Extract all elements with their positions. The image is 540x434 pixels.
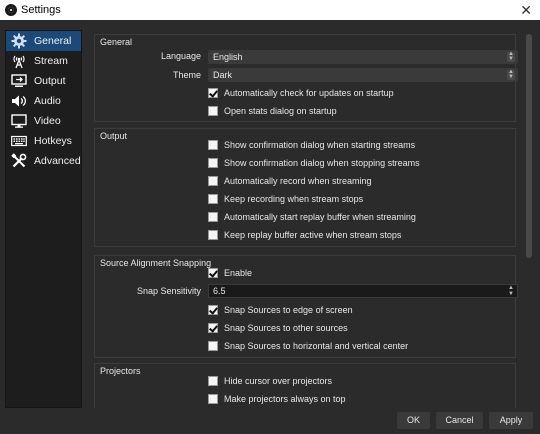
checkbox-box[interactable] [208, 305, 218, 315]
checkbox-label: Enable [224, 268, 253, 278]
projectors-on-top-checkbox[interactable]: Make projectors always on top [208, 393, 346, 405]
cancel-button[interactable]: Cancel [436, 412, 483, 429]
checkbox-box[interactable] [208, 158, 218, 168]
language-select[interactable]: English ▲ ▼ [208, 50, 518, 64]
snap-sources-checkbox[interactable]: Snap Sources to other sources [208, 322, 348, 334]
theme-label: Theme [172, 70, 201, 80]
checkbox-box[interactable] [208, 194, 218, 204]
checkbox-box[interactable] [208, 341, 218, 351]
title-bar: Settings ✕ [0, 0, 540, 20]
sidebar-item-audio[interactable]: Audio [6, 91, 81, 111]
checkbox-label: Snap Sources to other sources [224, 323, 348, 333]
monitor-icon [9, 112, 29, 130]
output-icon [9, 72, 29, 90]
sidebar-item-label: Video [34, 115, 61, 127]
sidebar-item-hotkeys[interactable]: Hotkeys [6, 131, 81, 151]
checkbox-box[interactable] [208, 376, 218, 386]
auto-replay-buffer-checkbox[interactable]: Automatically start replay buffer when s… [208, 211, 416, 223]
snap-center-checkbox[interactable]: Snap Sources to horizontal and vertical … [208, 340, 408, 352]
checkbox-label: Automatically start replay buffer when s… [224, 212, 416, 222]
scrollbar-thumb[interactable] [526, 34, 532, 258]
settings-sidebar: General Stream Output Audio Video Hotkey… [5, 30, 82, 408]
keep-recording-checkbox[interactable]: Keep recording when stream stops [208, 193, 363, 205]
sidebar-item-label: General [34, 35, 72, 47]
snap-edge-checkbox[interactable]: Snap Sources to edge of screen [208, 304, 353, 316]
sidebar-item-label: Advanced [34, 155, 81, 167]
projectors-group: Projectors Hide cursor over projectors M… [94, 363, 516, 408]
tools-icon [9, 152, 29, 170]
spin-arrows-icon[interactable]: ▲ ▼ [506, 285, 516, 297]
checkbox-label: Make projectors always on top [224, 394, 346, 404]
auto-record-checkbox[interactable]: Automatically record when streaming [208, 175, 372, 187]
sidebar-item-label: Hotkeys [34, 135, 72, 147]
checkbox-label: Hide cursor over projectors [224, 376, 333, 386]
window-title: Settings [21, 4, 61, 16]
close-icon[interactable]: ✕ [520, 2, 532, 18]
snap-sensitivity-spinbox[interactable]: 6.5 ▲ ▼ [208, 284, 518, 298]
apply-button[interactable]: Apply [489, 412, 533, 429]
keep-replay-buffer-checkbox[interactable]: Keep replay buffer active when stream st… [208, 229, 401, 241]
group-title: Source Alignment Snapping [100, 258, 212, 268]
confirm-start-stream-checkbox[interactable]: Show confirmation dialog when starting s… [208, 139, 415, 151]
snap-sensitivity-value: 6.5 [213, 286, 226, 296]
checkbox-box[interactable] [208, 140, 218, 150]
theme-value: Dark [213, 70, 233, 80]
ok-button[interactable]: OK [397, 412, 430, 429]
confirm-stop-stream-checkbox[interactable]: Show confirmation dialog when stopping s… [208, 157, 420, 169]
general-group: General Language English ▲ ▼ Theme Dark ▲… [94, 34, 518, 122]
group-title: General [100, 37, 133, 47]
snapping-group: Source Alignment Snapping Enable Snap Se… [94, 255, 518, 358]
checkbox-label: Snap Sources to horizontal and vertical … [224, 341, 409, 351]
sidebar-item-advanced[interactable]: Advanced [6, 151, 81, 171]
checkbox-label: Keep recording when stream stops [224, 194, 364, 204]
theme-select[interactable]: Dark ▲ ▼ [208, 68, 518, 82]
language-value: English [213, 52, 243, 62]
settings-content: General Language English ▲ ▼ Theme Dark ▲… [88, 30, 520, 408]
hide-cursor-checkbox[interactable]: Hide cursor over projectors [208, 375, 332, 387]
group-title: Output [100, 131, 128, 141]
auto-update-checkbox[interactable]: Automatically check for updates on start… [208, 87, 394, 99]
snap-sensitivity-label: Snap Sensitivity [136, 286, 201, 296]
language-label: Language [160, 51, 201, 61]
output-group: Output Show confirmation dialog when sta… [94, 128, 516, 247]
broadcast-antenna-icon [9, 52, 29, 70]
sidebar-item-label: Audio [34, 95, 61, 107]
select-arrows-icon: ▲ ▼ [507, 69, 515, 80]
checkbox-box[interactable] [208, 268, 218, 278]
checkbox-label: Automatically record when streaming [224, 176, 372, 186]
checkbox-label: Show confirmation dialog when stopping s… [224, 158, 420, 168]
sidebar-item-label: Output [34, 75, 66, 87]
snapping-enable-checkbox[interactable]: Enable [208, 267, 252, 279]
checkbox-box[interactable] [208, 212, 218, 222]
sidebar-item-general[interactable]: General [6, 31, 81, 51]
sidebar-item-stream[interactable]: Stream [6, 51, 81, 71]
gear-icon [9, 32, 29, 50]
sidebar-item-output[interactable]: Output [6, 71, 81, 91]
checkbox-box[interactable] [208, 176, 218, 186]
speaker-icon [9, 92, 29, 110]
checkbox-box[interactable] [208, 106, 218, 116]
checkbox-label: Open stats dialog on startup [224, 106, 337, 116]
checkbox-label: Snap Sources to edge of screen [224, 305, 353, 315]
checkbox-label: Show confirmation dialog when starting s… [224, 140, 416, 150]
checkbox-box[interactable] [208, 323, 218, 333]
sidebar-item-video[interactable]: Video [6, 111, 81, 131]
vertical-scrollbar[interactable] [524, 30, 534, 408]
sidebar-item-label: Stream [34, 55, 68, 67]
checkbox-box[interactable] [208, 88, 218, 98]
checkbox-box[interactable] [208, 230, 218, 240]
keyboard-icon [9, 132, 29, 150]
checkbox-label: Keep replay buffer active when stream st… [224, 230, 402, 240]
group-title: Projectors [100, 366, 141, 376]
checkbox-box[interactable] [208, 394, 218, 404]
obs-logo-icon [5, 4, 17, 16]
stats-dialog-checkbox[interactable]: Open stats dialog on startup [208, 105, 337, 117]
checkbox-label: Automatically check for updates on start… [224, 88, 394, 98]
select-arrows-icon: ▲ ▼ [507, 51, 515, 62]
